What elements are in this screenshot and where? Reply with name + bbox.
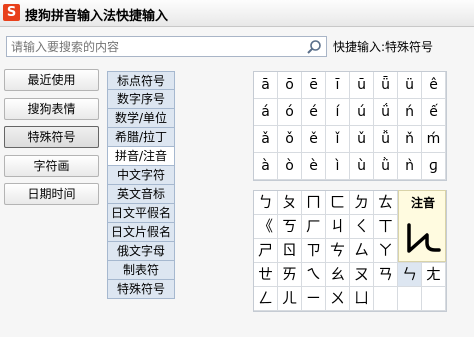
symbol-cell[interactable]: ň xyxy=(398,126,422,153)
symbol-cell[interactable]: ü xyxy=(398,72,422,99)
symbol-cell[interactable]: ó xyxy=(278,99,302,126)
search-box xyxy=(6,36,327,57)
symbol-cell[interactable]: ㄈ xyxy=(326,191,350,215)
category-item[interactable]: 标点符号 xyxy=(107,71,175,90)
symbol-cell[interactable]: é xyxy=(302,99,326,126)
symbol-cell[interactable]: ㄉ xyxy=(350,191,374,215)
symbol-cell[interactable]: ú xyxy=(350,99,374,126)
symbol-cell[interactable]: ū xyxy=(350,72,374,99)
symbol-cell[interactable]: ㄤ xyxy=(422,263,446,287)
symbol-cell[interactable]: ㄒ xyxy=(374,215,398,239)
symbol-cell[interactable]: à xyxy=(254,153,278,180)
nav-button-date-time[interactable]: 日期时间 xyxy=(4,183,99,205)
nav-button-special-symbols[interactable]: 特殊符号 xyxy=(4,126,99,148)
symbol-cell[interactable]: ㄙ xyxy=(350,239,374,263)
symbol-cell[interactable]: ㄕ xyxy=(254,239,278,263)
symbol-cell[interactable]: ㄩ xyxy=(350,287,374,311)
nav-button-ascii-art[interactable]: 字符画 xyxy=(4,155,99,177)
search-input[interactable] xyxy=(11,39,301,54)
symbol-cell[interactable]: ㄐ xyxy=(326,215,350,239)
symbol-cell[interactable]: ㄨ xyxy=(326,287,350,311)
preview-label: 注音 xyxy=(410,196,435,210)
symbol-cell[interactable]: ㄆ xyxy=(278,191,302,215)
category-item[interactable]: 日文片假名 xyxy=(107,223,175,242)
symbol-cell[interactable]: ㄡ xyxy=(350,263,374,287)
category-item[interactable]: 数字序号 xyxy=(107,90,175,109)
symbol-cell[interactable]: ě xyxy=(302,126,326,153)
symbol-cell[interactable]: ì xyxy=(326,153,350,180)
symbol-cell[interactable]: ㄅ xyxy=(254,191,278,215)
symbol-cell[interactable]: è xyxy=(302,153,326,180)
symbol-cell-empty xyxy=(422,287,446,311)
symbol-cell[interactable]: í xyxy=(326,99,350,126)
category-item[interactable]: 日文平假名 xyxy=(107,204,175,223)
symbol-cell[interactable]: ㄖ xyxy=(278,239,302,263)
category-item[interactable]: 俄文字母 xyxy=(107,242,175,261)
preview-glyph-en-icon xyxy=(407,223,441,253)
pinyin-symbol-grid: ā ō ē ī ū ǖ ü ê á ó é í ú ǘ ń ế ǎ ǒ ě ǐ … xyxy=(253,71,447,181)
symbol-cell[interactable]: ǒ xyxy=(278,126,302,153)
symbol-cell[interactable]: 《 xyxy=(254,215,278,239)
symbol-cell[interactable]: ㄊ xyxy=(374,191,398,215)
sogou-logo-icon: S xyxy=(3,4,20,21)
nav-button-emoticons[interactable]: 搜狗表情 xyxy=(4,98,99,120)
symbol-cell[interactable]: ㄘ xyxy=(326,239,350,263)
symbol-cell[interactable]: ㄥ xyxy=(254,287,278,311)
category-item[interactable]: 特殊符号 xyxy=(107,280,175,299)
category-list: 标点符号 数字序号 数学/单位 希腊/拉丁 拼音/注音 中文字符 英文音标 日文… xyxy=(107,71,175,299)
symbol-cell[interactable]: ǔ xyxy=(350,126,374,153)
symbol-cell[interactable]: ā xyxy=(254,72,278,99)
symbol-cell-empty xyxy=(398,287,422,311)
symbol-cell[interactable]: ㄇ xyxy=(302,191,326,215)
symbol-cell[interactable]: ê xyxy=(422,72,446,99)
category-item[interactable]: 数学/单位 xyxy=(107,109,175,128)
category-item-active[interactable]: 拼音/注音 xyxy=(107,147,175,166)
symbol-cell[interactable]: ㄚ xyxy=(374,239,398,263)
symbol-cell[interactable]: ē xyxy=(302,72,326,99)
symbol-cell[interactable]: ǎ xyxy=(254,126,278,153)
symbol-cell[interactable]: ḿ xyxy=(422,126,446,153)
symbol-cell[interactable]: ㄞ xyxy=(278,263,302,287)
symbol-preview-panel: 注音 xyxy=(398,190,446,262)
symbol-cell[interactable]: ǘ xyxy=(374,99,398,126)
symbol-cell[interactable]: ù xyxy=(350,153,374,180)
symbol-cell[interactable]: ㄝ xyxy=(254,263,278,287)
symbol-cell[interactable]: ㄟ xyxy=(302,263,326,287)
symbol-cell-selected[interactable]: ㄣ xyxy=(398,263,422,287)
symbol-cell[interactable]: ㄏ xyxy=(302,215,326,239)
symbol-cell[interactable]: ㄢ xyxy=(374,263,398,287)
symbol-cell[interactable]: ㄗ xyxy=(302,239,326,263)
symbol-cell[interactable]: ī xyxy=(326,72,350,99)
symbol-cell[interactable]: ō xyxy=(278,72,302,99)
symbol-cell[interactable]: ń xyxy=(398,99,422,126)
symbol-cell-empty xyxy=(374,287,398,311)
symbol-cell[interactable]: ㄑ xyxy=(350,215,374,239)
breadcrumb: 快捷输入:特殊符号 xyxy=(333,40,434,54)
symbol-cell[interactable]: ǹ xyxy=(398,153,422,180)
symbol-cell[interactable]: á xyxy=(254,99,278,126)
category-item[interactable]: 制表符 xyxy=(107,261,175,280)
symbol-cell[interactable]: ǜ xyxy=(374,153,398,180)
category-item[interactable]: 英文音标 xyxy=(107,185,175,204)
symbol-cell[interactable]: ㄧ xyxy=(302,287,326,311)
symbol-cell[interactable]: ㄎ xyxy=(278,215,302,239)
title-bar: S 搜狗拼音输入法快捷输入 xyxy=(0,0,474,27)
symbol-cell[interactable]: ɡ xyxy=(422,153,446,180)
symbol-cell[interactable]: ǖ xyxy=(374,72,398,99)
symbol-cell[interactable]: ㄠ xyxy=(326,263,350,287)
symbol-cell[interactable]: ò xyxy=(278,153,302,180)
category-item[interactable]: 中文字符 xyxy=(107,166,175,185)
nav-button-recent[interactable]: 最近使用 xyxy=(4,69,99,91)
symbol-cell[interactable]: ㄦ xyxy=(278,287,302,311)
symbol-cell[interactable]: ǚ xyxy=(374,126,398,153)
category-item[interactable]: 希腊/拉丁 xyxy=(107,128,175,147)
symbol-cell[interactable]: ǐ xyxy=(326,126,350,153)
symbol-cell[interactable]: ế xyxy=(422,99,446,126)
window-title: 搜狗拼音输入法快捷输入 xyxy=(25,9,169,24)
search-icon[interactable] xyxy=(305,38,323,56)
